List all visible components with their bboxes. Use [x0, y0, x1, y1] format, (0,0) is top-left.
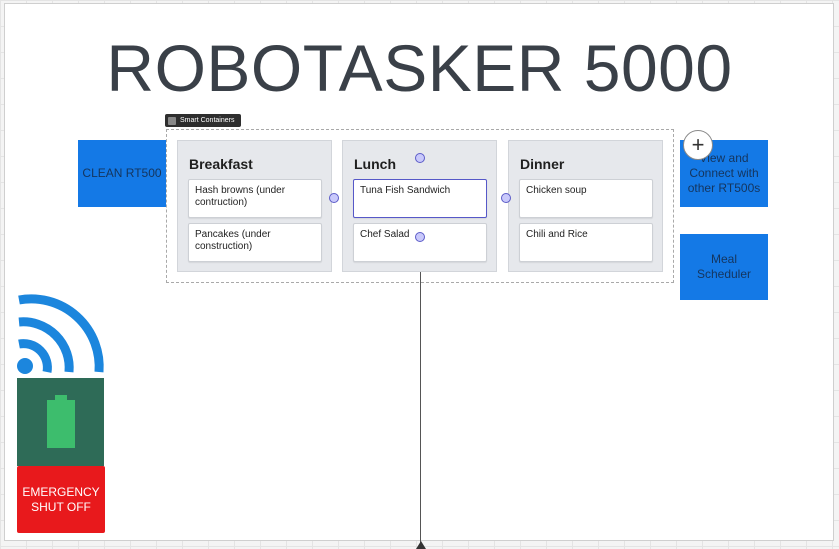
emergency-shutoff-button[interactable]: EMERGENCY SHUT OFF: [17, 466, 105, 533]
card-hash-browns[interactable]: Hash browns (under contruction): [188, 179, 322, 218]
battery-icon: [46, 395, 75, 448]
column-title: Breakfast: [189, 156, 253, 172]
connector-line[interactable]: [420, 272, 421, 549]
card-chili-rice[interactable]: Chili and Rice: [519, 223, 653, 262]
wifi-icon: [17, 294, 104, 374]
card-tuna-sandwich[interactable]: Tuna Fish Sandwich: [353, 179, 487, 218]
selection-handle-top[interactable]: [415, 153, 425, 163]
connector-arrowhead: [416, 541, 426, 549]
container-icon: [168, 116, 176, 125]
smart-containers-label-text: Smart Containers: [180, 117, 235, 124]
column-dinner: Dinner Chicken soup Chili and Rice: [508, 140, 663, 272]
card-chef-salad[interactable]: Chef Salad: [353, 223, 487, 262]
column-title: Dinner: [520, 156, 565, 172]
card-pancakes[interactable]: Pancakes (under construction): [188, 223, 322, 262]
card-chicken-soup[interactable]: Chicken soup: [519, 179, 653, 218]
page-title: ROBOTASKER 5000: [106, 31, 733, 105]
battery-panel: [17, 378, 104, 466]
meal-scheduler-button[interactable]: Meal Scheduler: [680, 234, 768, 300]
column-title: Lunch: [354, 156, 396, 172]
column-breakfast: Breakfast Hash browns (under contruction…: [177, 140, 332, 272]
selection-handle-left[interactable]: [329, 193, 339, 203]
selection-handle-bottom[interactable]: [415, 232, 425, 242]
add-plus-icon[interactable]: +: [683, 130, 713, 160]
clean-button[interactable]: CLEAN RT500: [78, 140, 166, 207]
smart-containers-label: Smart Containers: [165, 114, 241, 127]
selection-handle-right[interactable]: [501, 193, 511, 203]
